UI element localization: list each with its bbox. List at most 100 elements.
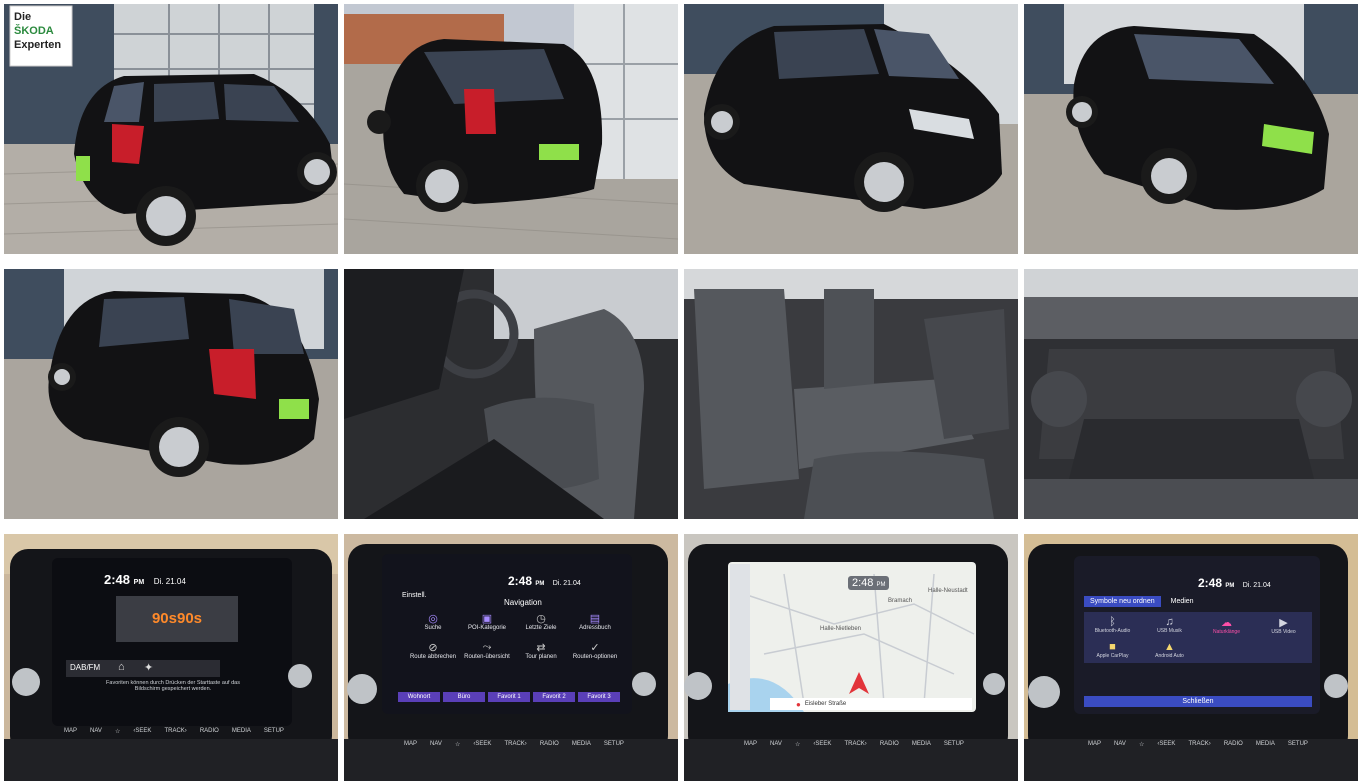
tab-media[interactable]: Medien [1161,596,1204,607]
clock-time: 2:48 [1198,576,1223,590]
photo-infotainment-radio[interactable]: 2:48 PM Di. 21.04 90s90s DAB/FM ⌂ ✦ Favo… [4,534,338,781]
nav-cancel-route-item[interactable]: ⊘ Route abbrechen [406,641,460,660]
console-setup-button[interactable]: SETUP [944,741,964,748]
nav-tour-item[interactable]: ⇄ Tour planen [514,641,568,660]
street-bar: ● Eisleber Straße [770,698,972,710]
console-favorite-button[interactable]: ☆ [795,741,800,748]
usb-video-icon: ▶ [1279,617,1288,629]
media-usb-video-item[interactable]: ▶ USB Video [1255,616,1312,635]
nav-search-item[interactable]: ◎ Suche [406,612,460,631]
favorite-2-button[interactable]: Favorit 2 [533,692,575,702]
console-nav-button[interactable]: NAV [430,741,442,748]
tab-reorder-icons[interactable]: Symbole neu ordnen [1084,596,1161,607]
favorite-office-button[interactable]: Büro [443,692,485,702]
console-favorite-button[interactable]: ☆ [115,728,120,735]
nav-poi-item[interactable]: ▣ POI-Kategorie [460,612,514,631]
console-media-button[interactable]: MEDIA [572,741,591,748]
nav-options-item[interactable]: ✓ Routen-optionen [568,641,622,660]
photo-infotainment-navigation[interactable]: 2:48 PM Di. 21.04 Einstell. Navigation ◎… [344,534,678,781]
nav-recent-item[interactable]: ◷ Letzte Ziele [514,612,568,631]
nav-addressbook-item[interactable]: ▤ Adressbuch [568,612,622,631]
clock: 2:48 PM Di. 21.04 [508,574,581,588]
console-seek-back-button[interactable]: ‹SEEK [1157,741,1175,748]
photo-front-seats[interactable] [344,269,678,519]
console-map-button[interactable]: MAP [744,741,757,748]
radio-tower-icon[interactable]: ⌂ [118,661,125,673]
photo-car-rear-left-angle[interactable] [4,269,338,519]
console-radio-button[interactable]: RADIO [540,741,559,748]
console-radio-button[interactable]: RADIO [200,728,219,735]
console-track-button[interactable]: TRACK› [844,741,866,748]
bluetooth-icon: ᛒ [1109,616,1116,628]
media-carplay-item[interactable]: ■ Apple CarPlay [1084,641,1141,659]
console-map-button[interactable]: MAP [404,741,417,748]
console-map-button[interactable]: MAP [64,728,77,735]
console-seek-back-button[interactable]: ‹SEEK [133,728,151,735]
settings-label[interactable]: Einstell. [402,592,427,599]
nav-addressbook-label: Adressbuch [579,625,611,631]
nature-sounds-icon: ☁ [1221,617,1232,629]
close-button[interactable]: Schließen [1084,696,1312,707]
photo-rear-seats[interactable] [684,269,1018,519]
cancel-route-icon: ⊘ [428,642,438,654]
dealer-sign: Die ŠKODA Experten [14,10,70,52]
console-media-button[interactable]: MEDIA [1256,741,1275,748]
console-track-button[interactable]: TRACK› [504,741,526,748]
station-panel: 90s90s [116,596,238,642]
console-button-row: MAP NAV ☆ ‹SEEK TRACK› RADIO MEDIA SETUP [744,741,964,748]
media-bluetooth-item[interactable]: ᛒ Bluetooth-Audio [1084,616,1141,635]
usb-music-icon: ♫ [1165,616,1174,628]
photo-gallery: Die ŠKODA Experten 2:48 PM Di. 21.04 90s… [0,0,1365,781]
dealer-sign-line1: Die [14,11,32,23]
dealer-sign-line2: ŠKODA [14,25,54,37]
tour-icon: ⇄ [536,642,546,654]
media-bluetooth-label: Bluetooth-Audio [1094,628,1131,634]
console-track-button[interactable]: TRACK› [164,728,186,735]
photo-car-front-angle[interactable] [1024,4,1358,254]
map-place-label: Halle-Neustadt [928,588,968,594]
console-nav-button[interactable]: NAV [770,741,782,748]
console-favorite-button[interactable]: ☆ [1139,741,1144,748]
favorite-3-button[interactable]: Favorit 3 [578,692,620,702]
map-place-label: Halle-Nietleben [820,626,862,632]
photo-trunk[interactable] [1024,269,1358,519]
console-favorite-button[interactable]: ☆ [455,741,460,748]
console-setup-button[interactable]: SETUP [1288,741,1308,748]
date-label: Di. 21.04 [1242,582,1271,589]
console-radio-button[interactable]: RADIO [1224,741,1243,748]
console-media-button[interactable]: MEDIA [232,728,251,735]
nav-menu-grid: ◎ Suche ▣ POI-Kategorie ◷ Letzte Ziele ▤ Adr… [406,612,622,660]
route-options-icon: ✓ [590,642,600,654]
band-label[interactable]: DAB/FM [70,663,100,672]
clock: 2:48 PM Di. 21.04 [104,572,186,587]
console-radio-button[interactable]: RADIO [880,741,899,748]
console-seek-back-button[interactable]: ‹SEEK [473,741,491,748]
media-usb-music-label: USB Musik [1157,628,1182,634]
photo-infotainment-map[interactable]: 2:48 PM Halle-Nietleben Bramach Halle-Ne… [684,534,1018,781]
console-map-button[interactable]: MAP [1088,741,1101,748]
nav-overview-item[interactable]: ⤳ Routen-übersicht [460,641,514,660]
radio-controls: DAB/FM ⌂ ✦ [66,660,220,677]
media-usb-music-item[interactable]: ♫ USB Musik [1141,616,1198,635]
console-button-row: MAP NAV ☆ ‹SEEK TRACK› RADIO MEDIA SETUP [64,728,284,735]
nav-cancel-route-label: Route abbrechen [409,654,457,660]
scan-icon[interactable]: ✦ [144,661,153,674]
favorite-home-button[interactable]: Wohnort [398,692,440,702]
media-android-auto-item[interactable]: ▲ Android Auto [1141,641,1198,659]
media-nature-sounds-item[interactable]: ☁ Naturklänge [1198,616,1255,635]
console-setup-button[interactable]: SETUP [604,741,624,748]
photo-car-rear-right[interactable] [344,4,678,254]
favorites-bar: Wohnort Büro Favorit 1 Favorit 2 Favorit… [398,692,620,702]
media-usb-video-label: USB Video [1271,629,1296,635]
photo-car-front-right[interactable] [684,4,1018,254]
photo-car-rear-left[interactable]: Die ŠKODA Experten [4,4,338,254]
console-media-button[interactable]: MEDIA [912,741,931,748]
clock-time: 2:48 [508,574,533,588]
photo-infotainment-media[interactable]: 2:48 PM Di. 21.04 Symbole neu ordnen Med… [1024,534,1358,781]
console-seek-back-button[interactable]: ‹SEEK [813,741,831,748]
favorite-1-button[interactable]: Favorit 1 [488,692,530,702]
console-track-button[interactable]: TRACK› [1188,741,1210,748]
console-nav-button[interactable]: NAV [1114,741,1126,748]
console-nav-button[interactable]: NAV [90,728,102,735]
console-setup-button[interactable]: SETUP [264,728,284,735]
